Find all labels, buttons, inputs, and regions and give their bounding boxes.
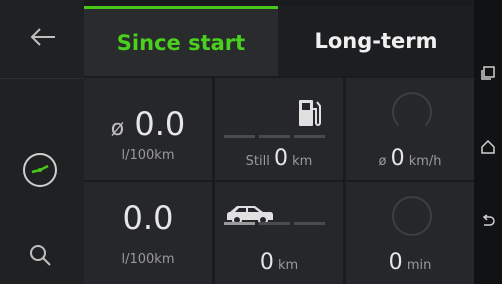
search-icon[interactable] xyxy=(28,243,52,267)
speed-gauge-ring xyxy=(392,92,432,132)
trip-panel: Since start Long-term ø 0.0 l/100km Stil… xyxy=(84,0,474,284)
avg-speed-unit: km/h xyxy=(408,154,442,169)
range-cell[interactable]: Still 0 km xyxy=(215,78,343,180)
distance-unit: km xyxy=(277,258,299,273)
distance-cell[interactable]: 0 km xyxy=(215,182,343,284)
trip-clock-icon[interactable] xyxy=(22,152,58,188)
time-gauge-ring xyxy=(392,196,432,236)
sidebar xyxy=(0,0,84,284)
avg-consumption-unit: l/100km xyxy=(121,148,175,163)
avg-consumption-cell[interactable]: ø 0.0 l/100km xyxy=(84,78,212,180)
avg-symbol: ø xyxy=(110,116,125,141)
avg-speed-symbol: ø xyxy=(378,154,387,169)
distance-value: 0 xyxy=(259,250,274,275)
avg-consumption-value: 0.0 xyxy=(134,105,186,143)
time-cell[interactable]: 0 min xyxy=(346,182,474,284)
back-icon[interactable] xyxy=(28,25,58,49)
trip-data-grid: ø 0.0 l/100km Still 0 km ø 0 km/h 0.0 l/… xyxy=(84,78,474,284)
tab-since-start[interactable]: Since start xyxy=(84,6,278,76)
avg-speed-value: 0 xyxy=(390,146,405,171)
range-level-bars xyxy=(224,135,325,138)
fuel-pump-icon xyxy=(297,96,323,130)
consumption-value: 0.0 xyxy=(122,199,174,237)
home-icon[interactable] xyxy=(478,137,498,157)
avg-speed-cell[interactable]: ø 0 km/h xyxy=(346,78,474,180)
tab-long-term[interactable]: Long-term xyxy=(278,6,474,76)
consumption-unit: l/100km xyxy=(121,252,175,267)
system-nav-bar xyxy=(474,0,502,284)
distance-level-bars xyxy=(224,222,325,225)
tab-bar: Since start Long-term xyxy=(84,6,474,76)
range-value: 0 xyxy=(273,146,288,171)
consumption-cell[interactable]: 0.0 l/100km xyxy=(84,182,212,284)
range-unit: km xyxy=(292,154,313,169)
time-unit: min xyxy=(406,258,432,273)
recent-apps-icon[interactable] xyxy=(478,63,498,83)
return-icon[interactable] xyxy=(478,211,498,231)
range-prefix: Still xyxy=(245,154,270,169)
time-value: 0 xyxy=(388,250,403,275)
